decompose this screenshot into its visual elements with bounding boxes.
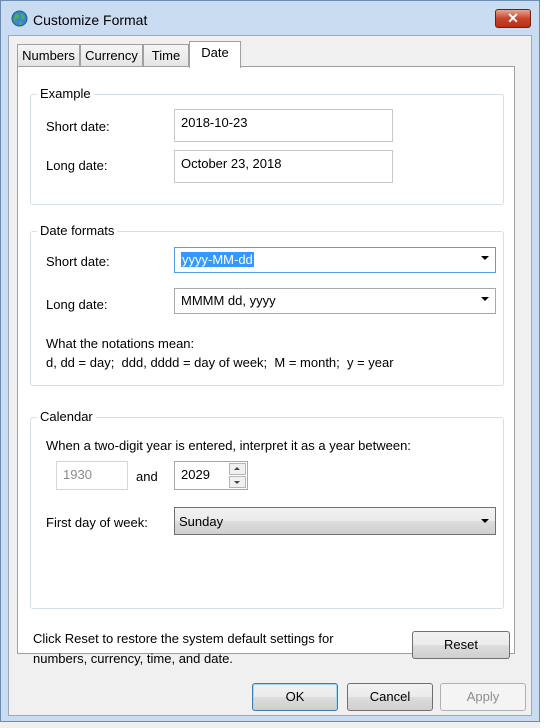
year-start-field: 1930 <box>56 461 128 490</box>
example-long-date-value: October 23, 2018 <box>181 156 282 171</box>
reset-instructions: Click Reset to restore the system defaul… <box>33 631 334 666</box>
first-day-of-week-value: Sunday <box>179 514 224 529</box>
date-tab-panel: Example Short date: 2018-10-23 Long date… <box>17 66 515 654</box>
dialog-client-area: Numbers Currency Time Date Example Short… <box>8 35 532 716</box>
long-date-format-combo[interactable]: MMMM dd, yyyy <box>174 288 496 314</box>
tab-numbers[interactable]: Numbers <box>17 44 80 66</box>
tab-time[interactable]: Time <box>143 44 189 66</box>
tab-label: Numbers <box>22 48 75 63</box>
chevron-down-icon[interactable] <box>481 297 489 301</box>
chevron-down-icon <box>234 481 240 484</box>
background-window-edge <box>540 0 548 728</box>
globe-icon <box>11 10 28 27</box>
chevron-up-icon <box>234 467 240 470</box>
two-digit-year-text: When a two-digit year is entered, interp… <box>46 438 411 453</box>
first-day-of-week-dropdown[interactable]: Sunday <box>174 507 496 535</box>
example-short-date-label: Short date: <box>46 119 110 134</box>
spin-up-button[interactable] <box>229 463 246 475</box>
calendar-group-title: Calendar <box>37 409 96 424</box>
reset-button[interactable]: Reset <box>412 631 510 659</box>
notation-title: What the notations mean: <box>46 336 195 351</box>
short-date-format-label: Short date: <box>46 254 110 269</box>
long-date-format-value: MMMM dd, yyyy <box>181 293 276 308</box>
calendar-group: Calendar When a two-digit year is entere… <box>30 409 504 609</box>
customize-format-dialog: Customize Format ✕ Numbers Currency Time… <box>0 0 540 722</box>
chevron-down-icon[interactable] <box>481 519 489 523</box>
year-end-value: 2029 <box>181 467 210 482</box>
window-title: Customize Format <box>33 12 148 28</box>
example-long-date-field: October 23, 2018 <box>174 150 393 183</box>
example-short-date-field: 2018-10-23 <box>174 109 393 142</box>
year-end-spinner[interactable]: 2029 <box>174 461 248 490</box>
tab-label: Date <box>201 45 229 60</box>
close-icon: ✕ <box>507 10 519 26</box>
date-formats-group-title: Date formats <box>37 223 118 238</box>
cancel-button[interactable]: Cancel <box>347 683 433 711</box>
tab-date[interactable]: Date <box>189 41 241 68</box>
example-group: Example Short date: 2018-10-23 Long date… <box>30 86 504 205</box>
and-label: and <box>136 469 158 484</box>
year-start-value: 1930 <box>63 467 92 482</box>
notation-text: d, dd = day; ddd, dddd = day of week; M … <box>46 355 394 370</box>
tab-currency[interactable]: Currency <box>80 44 143 66</box>
ok-button[interactable]: OK <box>252 683 338 711</box>
close-button[interactable]: ✕ <box>495 9 531 28</box>
chevron-down-icon[interactable] <box>481 256 489 260</box>
example-group-title: Example <box>37 86 94 101</box>
first-day-of-week-label: First day of week: <box>46 515 148 530</box>
example-long-date-label: Long date: <box>46 158 108 173</box>
title-bar[interactable]: Customize Format ✕ <box>1 1 539 35</box>
tab-label: Currency <box>85 48 138 63</box>
short-date-format-combo[interactable]: yyyy-MM-dd <box>174 247 496 273</box>
date-formats-group: Date formats Short date: yyyy-MM-dd Long… <box>30 223 504 386</box>
short-date-format-value: yyyy-MM-dd <box>181 252 254 267</box>
spin-down-button[interactable] <box>229 476 246 488</box>
example-short-date-value: 2018-10-23 <box>181 115 248 130</box>
long-date-format-label: Long date: <box>46 297 108 312</box>
apply-button[interactable]: Apply <box>440 683 526 711</box>
tab-label: Time <box>151 48 181 63</box>
